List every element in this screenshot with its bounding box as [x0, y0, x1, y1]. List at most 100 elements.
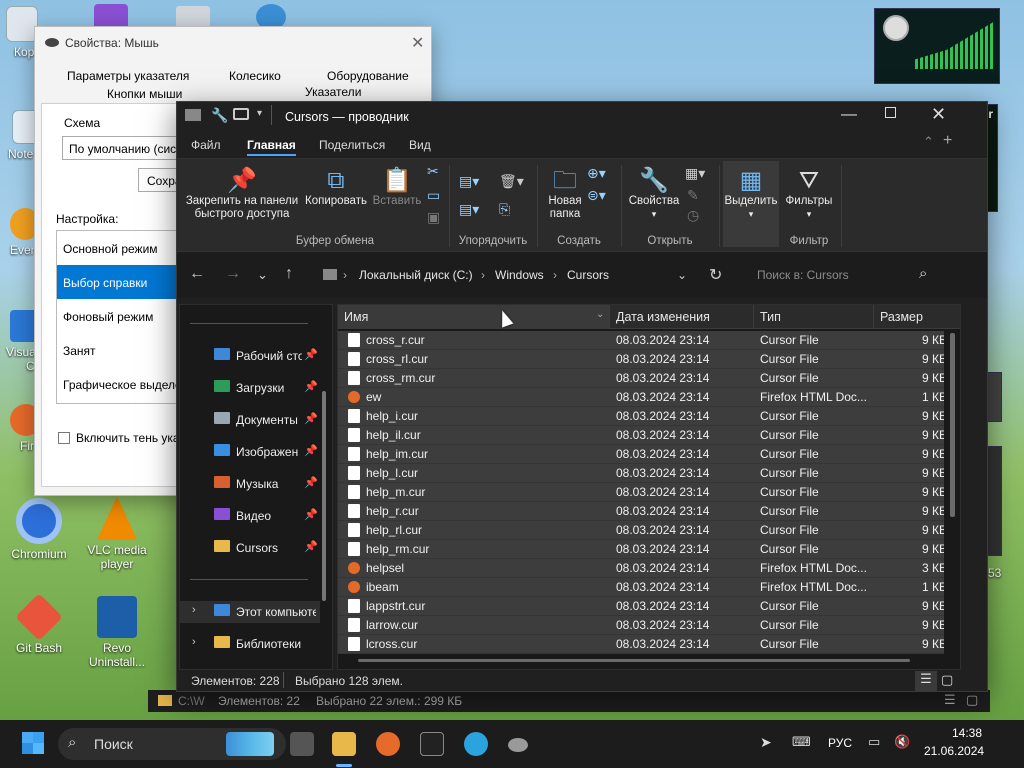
- move-to-icon[interactable]: ▤▾: [459, 173, 479, 190]
- tab-pointer-options[interactable]: Параметры указателя: [67, 69, 189, 83]
- search-icon[interactable]: ⌕: [919, 265, 927, 282]
- nav-item-desktop[interactable]: Рабочий сто 📌: [180, 345, 320, 367]
- sort-chevron-icon[interactable]: ⌄: [596, 309, 604, 320]
- task-view-icon[interactable]: [290, 732, 314, 756]
- file-row[interactable]: lcross.cur 08.03.2024 23:14 Cursor File 9 К…: [338, 635, 944, 654]
- telegram-tray-icon[interactable]: ➤: [760, 734, 772, 751]
- list-item[interactable]: Графическое выделен: [57, 367, 188, 401]
- file-row[interactable]: help_im.cur 08.03.2024 23:14 Cursor File 9 …: [338, 445, 944, 464]
- tab-pointers[interactable]: Указатели: [305, 85, 361, 99]
- delete-icon[interactable]: 🗑▾: [499, 173, 524, 190]
- list-item[interactable]: Основной режим: [57, 231, 185, 265]
- file-row[interactable]: lappstrt.cur 08.03.2024 23:14 Cursor File 9…: [338, 597, 944, 616]
- file-row[interactable]: help_rm.cur 08.03.2024 23:14 Cursor File 9 …: [338, 540, 944, 559]
- network-icon[interactable]: ▭: [868, 734, 880, 750]
- terminal-taskbar-icon[interactable]: [420, 732, 444, 756]
- address-bar[interactable]: › Локальный диск (C:) › Windows › Cursor…: [317, 260, 697, 290]
- horizontal-scrollbar[interactable]: [358, 659, 910, 662]
- desktop-icon-vlc[interactable]: VLC media player: [80, 496, 154, 571]
- column-size[interactable]: Размер: [874, 305, 962, 329]
- maximize-button[interactable]: [885, 107, 896, 118]
- file-row[interactable]: help_rl.cur 08.03.2024 23:14 Cursor File 9 …: [338, 521, 944, 540]
- file-explorer-taskbar-icon[interactable]: [332, 732, 356, 756]
- file-row[interactable]: cross_r.cur 08.03.2024 23:14 Cursor File 9 …: [338, 331, 944, 350]
- file-row[interactable]: cross_rl.cur 08.03.2024 23:14 Cursor File 9…: [338, 350, 944, 369]
- file-row[interactable]: help_l.cur 08.03.2024 23:14 Cursor File 9 К…: [338, 464, 944, 483]
- minimize-button[interactable]: —: [841, 106, 857, 124]
- breadcrumb-drive[interactable]: Локальный диск (C:): [359, 268, 473, 282]
- tab-file[interactable]: Файл: [191, 138, 221, 152]
- shadow-checkbox[interactable]: [58, 432, 70, 444]
- new-item-icon[interactable]: ⊕▾: [587, 165, 606, 182]
- list-item[interactable]: Фоновый режим: [57, 299, 185, 333]
- copy-button[interactable]: ⧉ Копировать: [301, 167, 371, 208]
- file-list-scrollbar[interactable]: [950, 333, 955, 517]
- collapse-ribbon-icon[interactable]: ⌃: [923, 134, 934, 150]
- tab-hardware[interactable]: Оборудование: [327, 69, 409, 83]
- tiles-view-icon[interactable]: ▢: [941, 672, 953, 688]
- desktop-icon-git-bash[interactable]: Git Bash: [2, 593, 76, 655]
- pin-quick-access-button[interactable]: 📌 Закрепить на панели быстрого доступа: [183, 167, 301, 221]
- up-arrow-icon[interactable]: ↑: [285, 265, 293, 283]
- keyboard-icon[interactable]: ⌨: [792, 734, 811, 750]
- forward-arrow-icon[interactable]: →: [225, 265, 241, 283]
- file-row[interactable]: helpsel 08.03.2024 23:14 Firefox HTML Doc.…: [338, 559, 944, 578]
- column-name[interactable]: Имя: [338, 305, 610, 329]
- column-type[interactable]: Тип: [754, 305, 874, 329]
- file-row[interactable]: ibeam 08.03.2024 23:14 Firefox HTML Doc...…: [338, 578, 944, 597]
- details-view-icon[interactable]: ☰: [944, 692, 956, 708]
- nav-item-cursors[interactable]: Cursors 📌: [180, 537, 320, 559]
- file-row[interactable]: larrow.cur 08.03.2024 23:14 Cursor File 9 К…: [338, 616, 944, 635]
- file-row[interactable]: help_i.cur 08.03.2024 23:14 Cursor File 9 К…: [338, 407, 944, 426]
- close-button[interactable]: ✕: [931, 104, 946, 125]
- language-indicator[interactable]: РУС: [828, 736, 852, 750]
- volume-muted-icon[interactable]: 🔇: [894, 734, 910, 750]
- paste-button[interactable]: 📋 Вставить: [371, 167, 423, 208]
- expand-chevron-icon[interactable]: ›: [192, 604, 196, 616]
- nav-item-documents[interactable]: Документы 📌: [180, 409, 320, 431]
- tab-buttons[interactable]: Кнопки мыши: [107, 87, 182, 101]
- chevron-down-icon[interactable]: ▾: [257, 108, 262, 119]
- desktop-icon-chromium[interactable]: Chromium: [2, 498, 76, 561]
- history-icon[interactable]: ◷: [687, 207, 699, 224]
- tab-share[interactable]: Поделиться: [319, 138, 385, 152]
- open-icon[interactable]: ▦▾: [685, 165, 705, 182]
- list-item-selected[interactable]: Выбор справки: [57, 265, 185, 299]
- breadcrumb-cursors[interactable]: Cursors: [567, 268, 609, 282]
- file-row[interactable]: help_il.cur 08.03.2024 23:14 Cursor File 9 …: [338, 426, 944, 445]
- select-button[interactable]: ▦ Выделить ▾: [723, 161, 779, 247]
- nav-item-pictures[interactable]: Изображен 📌: [180, 441, 320, 463]
- nav-item-videos[interactable]: Видео 📌: [180, 505, 320, 527]
- nav-item-music[interactable]: Музыка 📌: [180, 473, 320, 495]
- clock-time[interactable]: 14:38: [950, 726, 982, 740]
- nav-scrollbar[interactable]: [322, 391, 326, 601]
- paste-shortcut-icon[interactable]: ▣: [427, 209, 440, 226]
- tab-home[interactable]: Главная: [247, 138, 296, 156]
- close-icon[interactable]: ✕: [411, 33, 424, 53]
- file-row[interactable]: help_m.cur 08.03.2024 23:14 Cursor File 9 К…: [338, 483, 944, 502]
- list-item[interactable]: Занят: [57, 333, 185, 367]
- search-input[interactable]: Поиск в: Cursors ⌕: [747, 260, 943, 290]
- file-row[interactable]: cross_rm.cur 08.03.2024 23:14 Cursor File 9…: [338, 369, 944, 388]
- back-arrow-icon[interactable]: ←: [189, 265, 205, 283]
- clock-date[interactable]: 21.06.2024: [924, 744, 984, 758]
- copy-path-icon[interactable]: ▭: [427, 187, 440, 204]
- rename-icon[interactable]: ⎘: [499, 201, 510, 218]
- nav-item-downloads[interactable]: Загрузки 📌: [180, 377, 320, 399]
- wrench-icon[interactable]: 🔧: [211, 107, 228, 124]
- desktop-icon-revo-uninstaller[interactable]: Revo Uninstall...: [80, 596, 154, 669]
- tab-view[interactable]: Вид: [409, 138, 431, 152]
- telegram-taskbar-icon[interactable]: [464, 732, 488, 756]
- nav-item-libraries[interactable]: › Библиотеки: [180, 633, 320, 655]
- easy-access-icon[interactable]: ⊜▾: [587, 187, 606, 204]
- file-row[interactable]: ew 08.03.2024 23:14 Firefox HTML Doc... 1 К…: [338, 388, 944, 407]
- mouse-settings-taskbar-icon[interactable]: [508, 738, 528, 752]
- firefox-taskbar-icon[interactable]: [376, 732, 400, 756]
- details-view-icon[interactable]: ☰: [915, 671, 937, 691]
- file-row[interactable]: help_r.cur 08.03.2024 23:14 Cursor File 9 К…: [338, 502, 944, 521]
- taskbar-search[interactable]: ⌕ Поиск: [58, 728, 286, 760]
- expand-chevron-icon[interactable]: ›: [192, 636, 196, 648]
- filters-button[interactable]: ⛛ Фильтры ▾: [781, 167, 837, 221]
- breadcrumb-windows[interactable]: Windows: [495, 268, 544, 282]
- edit-icon[interactable]: ✎: [687, 187, 699, 204]
